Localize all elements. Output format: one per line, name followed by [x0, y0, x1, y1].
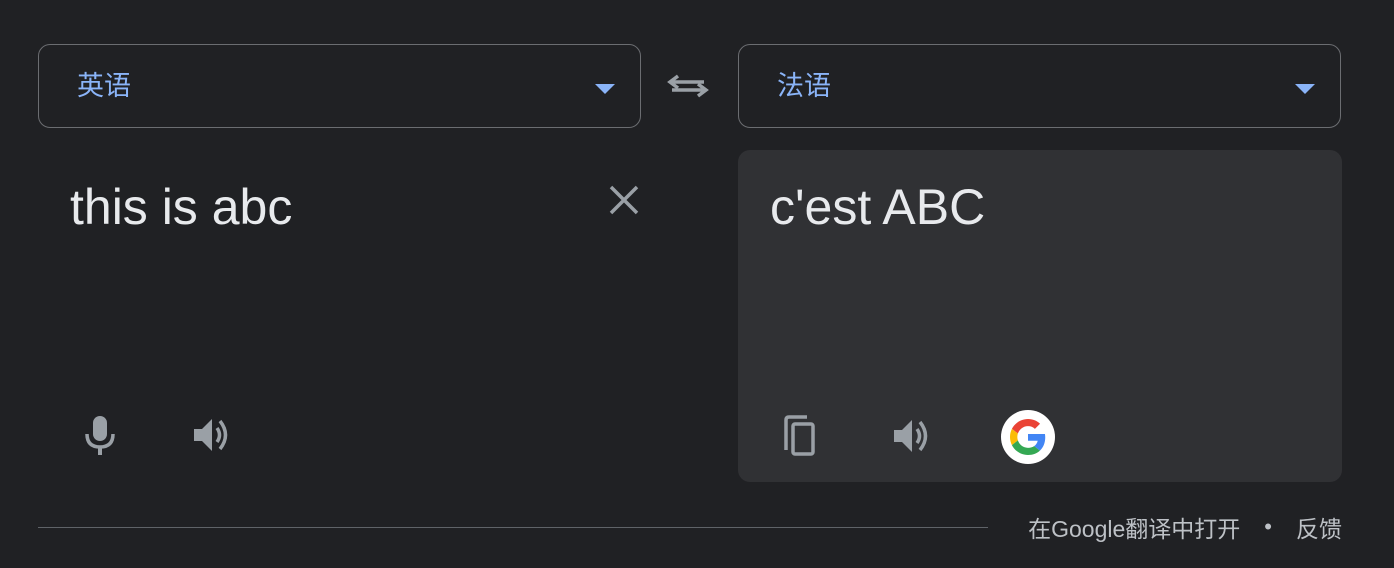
- clear-source-button[interactable]: [604, 180, 644, 220]
- microphone-icon: [85, 416, 115, 455]
- listen-source-button[interactable]: [184, 407, 240, 463]
- speaker-icon: [194, 419, 228, 451]
- chevron-down-icon: [1295, 84, 1315, 94]
- translation-text: c'est ABC: [770, 179, 986, 235]
- footer-links: 在Google翻译中打开 • 反馈: [1028, 510, 1342, 544]
- target-language-label: 法语: [777, 71, 831, 101]
- copy-translation-button[interactable]: [771, 408, 827, 464]
- open-google-translate-button[interactable]: [1001, 410, 1055, 464]
- footer-divider: [38, 527, 988, 528]
- copy-icon: [784, 415, 815, 456]
- close-icon: [609, 185, 639, 215]
- swap-languages-button[interactable]: [664, 66, 712, 106]
- listen-translation-button[interactable]: [884, 408, 940, 464]
- source-language-label: 英语: [77, 71, 131, 101]
- feedback-link[interactable]: 反馈: [1296, 510, 1342, 544]
- source-text-panel: this is abc: [38, 150, 641, 482]
- translate-widget: 英语 法语 this is abc c'est ABC 在Google翻译中打开…: [0, 0, 1394, 568]
- voice-input-button[interactable]: [72, 407, 128, 463]
- target-language-select[interactable]: 法语: [738, 44, 1341, 128]
- translation-panel: c'est ABC: [738, 150, 1342, 482]
- chevron-down-icon: [595, 84, 615, 94]
- speaker-icon: [894, 420, 928, 452]
- open-in-google-translate-link[interactable]: 在Google翻译中打开: [1028, 510, 1240, 544]
- google-logo-icon: [1010, 419, 1046, 455]
- source-text-input[interactable]: this is abc: [70, 178, 292, 236]
- source-language-select[interactable]: 英语: [38, 44, 641, 128]
- swap-arrows-icon: [667, 74, 709, 98]
- footer-separator: •: [1264, 514, 1272, 539]
